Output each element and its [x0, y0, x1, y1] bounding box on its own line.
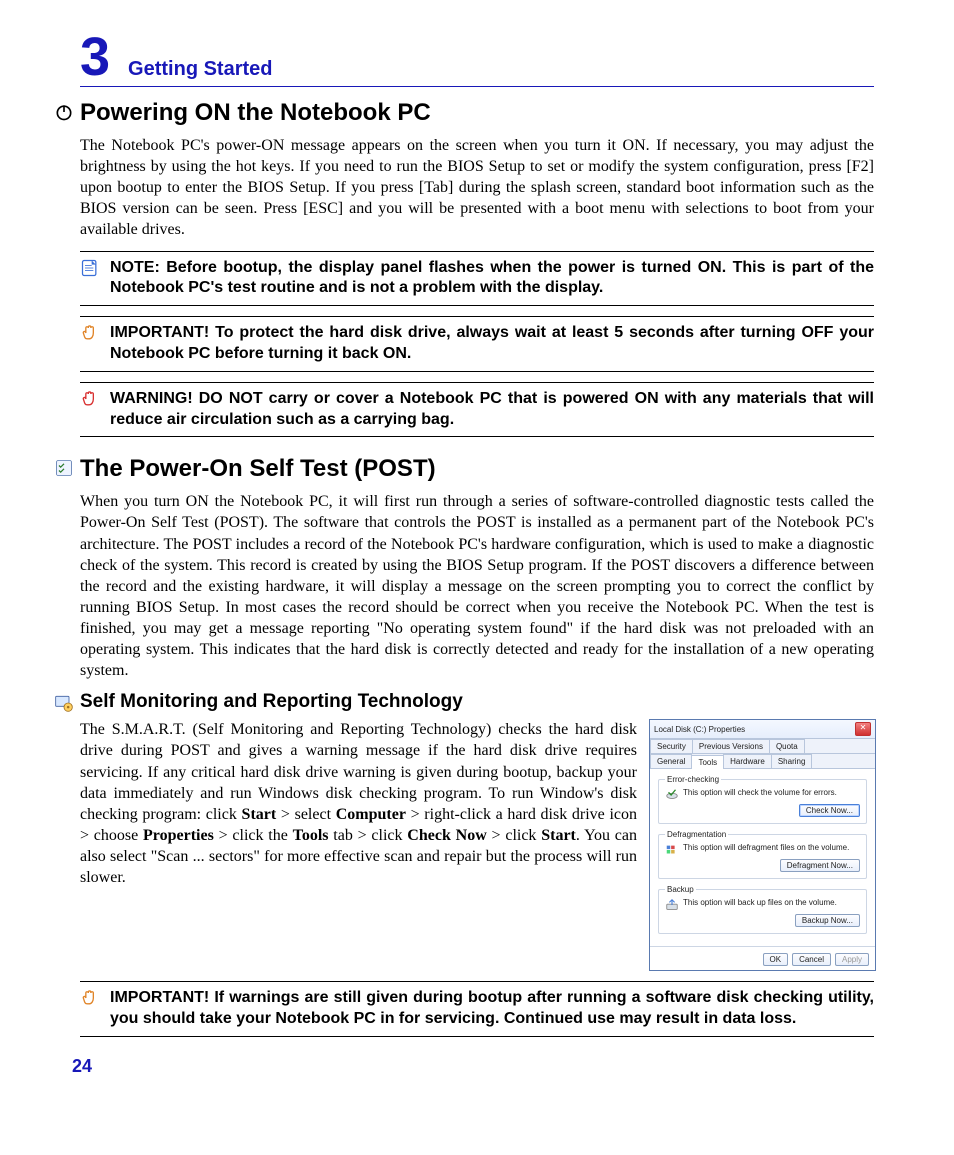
tab-quota[interactable]: Quota: [769, 739, 805, 753]
body-post: When you turn ON the Notebook PC, it wil…: [80, 491, 874, 681]
group-backup: Backup This option will back up files on…: [658, 885, 867, 934]
heading-text: Self Monitoring and Reporting Technology: [80, 691, 463, 712]
backup-icon: [665, 898, 679, 912]
tab-sharing[interactable]: Sharing: [771, 754, 813, 768]
tab-general[interactable]: General: [650, 754, 692, 768]
body-powering-on: The Notebook PC's power-ON message appea…: [80, 135, 874, 241]
heading-text: The Power-On Self Test (POST): [80, 455, 436, 482]
page-number: 24: [72, 1056, 92, 1077]
important-text-2: IMPORTANT! If warnings are still given d…: [110, 988, 874, 1030]
group-defragmentation: Defragmentation This option will defragm…: [658, 830, 867, 879]
defrag-icon: [665, 843, 679, 857]
chapter-number: 3: [80, 30, 110, 84]
note-callout: NOTE: Before bootup, the display panel f…: [80, 251, 874, 307]
close-icon[interactable]: ✕: [855, 722, 871, 736]
body-smart: The S.M.A.R.T. (Self Monitoring and Repo…: [80, 719, 637, 888]
hand-stop-icon: [80, 988, 100, 1013]
gear-monitor-icon: [54, 693, 74, 719]
apply-button[interactable]: Apply: [835, 953, 869, 966]
hand-stop-icon: [80, 323, 100, 348]
important-text-1: IMPORTANT! To protect the hard disk driv…: [110, 323, 874, 365]
power-icon: [54, 101, 74, 129]
note-text: NOTE: Before bootup, the display panel f…: [110, 258, 874, 300]
heading-text: Powering ON the Notebook PC: [80, 99, 431, 126]
ok-button[interactable]: OK: [763, 953, 789, 966]
heading-powering-on: Powering ON the Notebook PC: [80, 99, 874, 127]
disk-check-icon: [665, 788, 679, 802]
dialog-title: Local Disk (C:) Properties: [654, 725, 745, 734]
heading-post: The Power-On Self Test (POST): [80, 455, 874, 483]
disk-properties-dialog: Local Disk (C:) Properties ✕ Security Pr…: [649, 719, 876, 971]
tab-hardware[interactable]: Hardware: [723, 754, 772, 768]
warning-text: WARNING! DO NOT carry or cover a Noteboo…: [110, 389, 874, 431]
check-now-button[interactable]: Check Now...: [799, 804, 860, 817]
heading-smart: Self Monitoring and Reporting Technology: [80, 691, 874, 713]
group-error-checking: Error-checking This option will check th…: [658, 775, 867, 824]
tab-tools[interactable]: Tools: [691, 755, 724, 769]
dialog-tabs-row-1: Security Previous Versions Quota: [650, 739, 875, 754]
checklist-icon: [54, 457, 74, 485]
chapter-header: 3 Getting Started: [80, 30, 874, 87]
defragment-now-button[interactable]: Defragment Now...: [780, 859, 860, 872]
chapter-title: Getting Started: [128, 58, 272, 81]
important-callout-1: IMPORTANT! To protect the hard disk driv…: [80, 316, 874, 372]
backup-now-button[interactable]: Backup Now...: [795, 914, 860, 927]
tab-previous-versions[interactable]: Previous Versions: [692, 739, 770, 753]
note-icon: [80, 258, 100, 283]
warning-callout: WARNING! DO NOT carry or cover a Noteboo…: [80, 382, 874, 438]
tab-security[interactable]: Security: [650, 739, 693, 753]
important-callout-2: IMPORTANT! If warnings are still given d…: [80, 981, 874, 1037]
cancel-button[interactable]: Cancel: [792, 953, 831, 966]
dialog-tabs-row-2: General Tools Hardware Sharing: [650, 754, 875, 769]
warning-hand-icon: [80, 389, 100, 414]
